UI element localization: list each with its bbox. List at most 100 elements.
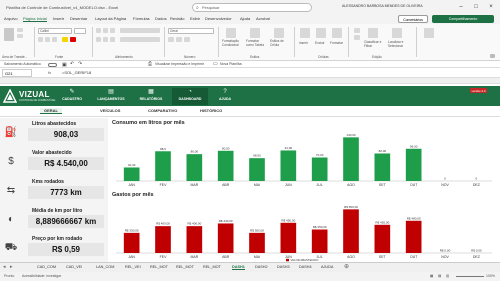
add-sheet-icon[interactable]: ⊕ (344, 263, 349, 270)
cut-icon[interactable] (17, 28, 23, 32)
sheet-tab[interactable]: AJUDA (321, 265, 333, 269)
maximize-icon[interactable]: □ (470, 2, 482, 12)
sheet-tab[interactable]: DASH2 (255, 265, 268, 269)
merge-center-icon[interactable] (120, 37, 160, 42)
liters-bar[interactable] (311, 157, 328, 182)
zoom-slider[interactable] (456, 276, 484, 277)
delete-cells-icon[interactable] (316, 28, 326, 38)
new-sheet-label[interactable]: Nova Planilha (220, 62, 242, 66)
liters-bar[interactable] (343, 137, 359, 181)
comma-style-icon[interactable] (184, 37, 190, 42)
currency-icon[interactable] (168, 37, 174, 42)
collapse-ribbon-icon[interactable] (490, 54, 495, 58)
menu-developer[interactable]: Desenvolvedor (205, 16, 232, 21)
minimize-icon[interactable]: – (455, 2, 467, 12)
nav-relatorios[interactable]: ▦ RELATÓRIOS (134, 88, 168, 105)
liters-bar[interactable] (123, 167, 140, 181)
align-left-icon[interactable] (96, 37, 101, 42)
tab-scroll-right-icon[interactable]: ▸ (10, 264, 13, 270)
undo-icon[interactable]: ↶ (70, 61, 74, 67)
format-cells-label[interactable]: Formatar (330, 41, 343, 45)
menu-data[interactable]: Dados (155, 16, 167, 21)
liters-bar[interactable] (249, 158, 265, 181)
comments-button[interactable]: Comentários (398, 15, 428, 23)
close-icon[interactable]: × (485, 2, 497, 12)
spend-bar[interactable] (217, 223, 234, 253)
print-preview-label[interactable]: Visualizar Impressão e Imprimir (155, 62, 204, 66)
find-select-icon[interactable] (392, 28, 402, 38)
save-icon[interactable]: ▣ (62, 62, 67, 68)
liters-bar[interactable] (186, 154, 203, 181)
format-as-table-label[interactable]: Formatar como Tabela (246, 39, 266, 47)
align-middle-icon[interactable] (103, 28, 108, 33)
nav-lancamentos[interactable]: ▤ LANÇAMENTOS (92, 88, 130, 105)
menu-review[interactable]: Revisão (170, 16, 184, 21)
autosum-icon[interactable] (354, 28, 360, 33)
nav-dashboard[interactable]: ◔ DASHBOARD (172, 88, 208, 105)
sheet-tab[interactable]: CAD_VEI (66, 265, 82, 269)
insert-cells-label[interactable]: Inserir (299, 41, 308, 45)
zoom-level[interactable]: 100% (486, 274, 495, 278)
menu-insert[interactable]: Inserir (53, 16, 64, 21)
sheet-tab[interactable]: CAD_COM (37, 265, 56, 269)
spend-bar[interactable] (249, 232, 265, 253)
sheet-tab[interactable]: REL_MOT (176, 265, 194, 269)
nav-ajuda[interactable]: ? AJUDA (212, 88, 238, 105)
sheet-tab-active[interactable]: DASH1 (232, 265, 245, 270)
bold-icon[interactable] (38, 37, 43, 42)
menu-file[interactable]: Arquivo (4, 16, 18, 21)
find-select-label[interactable]: Localizar e Selecionar (388, 40, 410, 48)
spend-bar[interactable] (374, 224, 391, 253)
tab-veiculos[interactable]: VEÍCULOS (100, 108, 120, 113)
align-top-icon[interactable] (96, 28, 101, 33)
delete-cells-label[interactable]: Excluir (315, 41, 325, 45)
copy-icon[interactable] (17, 34, 23, 38)
paste-icon[interactable] (4, 28, 14, 41)
menu-formulas[interactable]: Fórmulas (133, 16, 150, 21)
nav-cadastro[interactable]: ✎ CADASTRO (56, 88, 88, 105)
sort-filter-icon[interactable] (368, 28, 378, 38)
menu-acrobat[interactable]: Acrobat (256, 16, 270, 21)
liters-bar[interactable] (374, 153, 391, 181)
cell-styles-label[interactable]: Estilos de Célula (270, 39, 290, 47)
share-button[interactable]: Compartilhamento (432, 15, 494, 23)
align-bottom-icon[interactable] (110, 28, 115, 33)
new-sheet-icon[interactable]: ▭ (213, 61, 218, 67)
spend-bar[interactable] (405, 220, 422, 253)
menu-help[interactable]: Ajuda (240, 16, 250, 21)
sheet-tab[interactable]: REL_MOT (150, 265, 168, 269)
align-right-icon[interactable] (110, 37, 115, 42)
fill-color-icon[interactable] (62, 37, 68, 42)
normal-view-icon[interactable]: ▦ (430, 274, 433, 278)
ideas-icon[interactable] (424, 28, 434, 38)
format-cells-icon[interactable] (332, 28, 342, 38)
sheet-tab[interactable]: DASH3 (277, 265, 290, 269)
percent-icon[interactable] (176, 37, 182, 42)
font-size-select[interactable] (74, 28, 86, 34)
spend-bar[interactable] (155, 226, 171, 253)
liters-bar[interactable] (280, 150, 297, 181)
menu-home[interactable]: Página Inicial (23, 16, 47, 22)
page-break-view-icon[interactable]: ▥ (446, 274, 449, 278)
fill-icon[interactable] (354, 35, 360, 40)
tab-comparativo[interactable]: COMPARATIVO (148, 108, 177, 113)
font-color-icon[interactable] (70, 37, 76, 42)
menu-draw[interactable]: Desenhar (70, 16, 87, 21)
sheet-tab[interactable]: LAN_COM (96, 265, 114, 269)
formula-input[interactable]: =SOL_GERIF18 (62, 69, 91, 77)
page-layout-view-icon[interactable]: ▤ (438, 274, 441, 278)
user-name[interactable]: ALESSANDRO BARBOSA MENDES DE OLIVEIRA (342, 4, 442, 8)
liters-bar[interactable] (405, 148, 422, 181)
spend-bar[interactable] (280, 222, 297, 253)
italic-icon[interactable] (45, 37, 50, 42)
spend-bar[interactable] (186, 226, 203, 253)
sheet-tab[interactable]: REL_VEI (125, 265, 141, 269)
format-as-table-icon[interactable] (250, 28, 260, 38)
liters-bar[interactable] (217, 150, 234, 181)
accessibility-status[interactable]: Acessibilidade: investigar (22, 274, 61, 278)
underline-icon[interactable] (52, 37, 57, 42)
liters-bar[interactable] (155, 151, 171, 181)
sheet-tab[interactable]: REL_MOT (203, 265, 221, 269)
print-preview-icon[interactable]: ⎙ (148, 61, 152, 67)
redo-icon[interactable]: ↷ (78, 61, 82, 67)
